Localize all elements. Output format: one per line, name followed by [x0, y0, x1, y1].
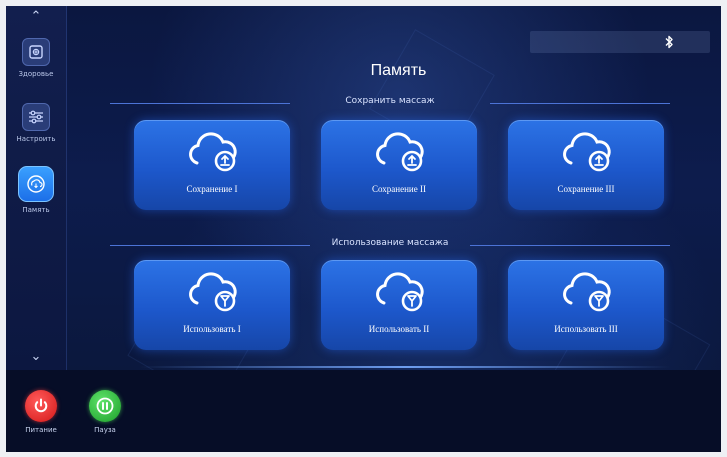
sidebar-item-memory[interactable]: Память	[6, 166, 66, 214]
bluetooth-icon[interactable]	[664, 35, 674, 53]
sidebar-item-settings[interactable]: Настроить	[6, 103, 66, 143]
divider	[490, 103, 670, 104]
save-slot-3-button[interactable]: Сохранение III	[508, 120, 664, 210]
divider	[140, 366, 670, 368]
power-button[interactable]: Питание	[16, 390, 66, 434]
cloud-upload-icon	[189, 132, 237, 172]
use-section-heading: Использование массажа	[110, 238, 670, 252]
pause-label: Пауза	[94, 426, 116, 434]
save-slot-label: Сохранение I	[186, 184, 238, 194]
sidebar-item-label: Настроить	[16, 135, 56, 143]
cloud-download-icon	[376, 272, 424, 312]
page-title: Память	[370, 62, 427, 79]
cloud-download-icon	[563, 272, 611, 312]
save-slot-2-button[interactable]: Сохранение II	[321, 120, 477, 210]
scroll-down-icon[interactable]: ⌄	[6, 350, 66, 364]
sidebar: ⌃ Здоровье Настроить Память ⌄	[6, 6, 67, 370]
divider	[470, 245, 670, 246]
save-slot-label: Сохранение III	[557, 184, 615, 194]
save-section-heading: Сохранить массаж	[110, 96, 670, 110]
status-bar	[530, 31, 710, 53]
use-slot-2-button[interactable]: Использовать II	[321, 260, 477, 350]
use-slot-label: Использовать III	[554, 324, 618, 334]
use-slot-3-button[interactable]: Использовать III	[508, 260, 664, 350]
save-section-label: Сохранить массаж	[345, 96, 435, 106]
use-slot-1-button[interactable]: Использовать I	[134, 260, 290, 350]
pause-icon	[89, 390, 121, 422]
use-slot-label: Использовать II	[368, 324, 430, 334]
power-icon	[25, 390, 57, 422]
sidebar-item-label: Память	[22, 206, 50, 214]
use-slot-label: Использовать I	[183, 324, 241, 334]
sliders-icon	[22, 103, 50, 131]
cloud-download-icon	[189, 272, 237, 312]
pause-button[interactable]: Пауза	[80, 390, 130, 434]
memory-icon	[18, 166, 54, 202]
scroll-up-icon[interactable]: ⌃	[6, 10, 66, 24]
cloud-upload-icon	[376, 132, 424, 172]
save-slot-1-button[interactable]: Сохранение I	[134, 120, 290, 210]
use-section-label: Использование массажа	[331, 238, 449, 248]
power-label: Питание	[25, 426, 57, 434]
save-slot-label: Сохранение II	[372, 184, 426, 194]
cloud-upload-icon	[563, 132, 611, 172]
